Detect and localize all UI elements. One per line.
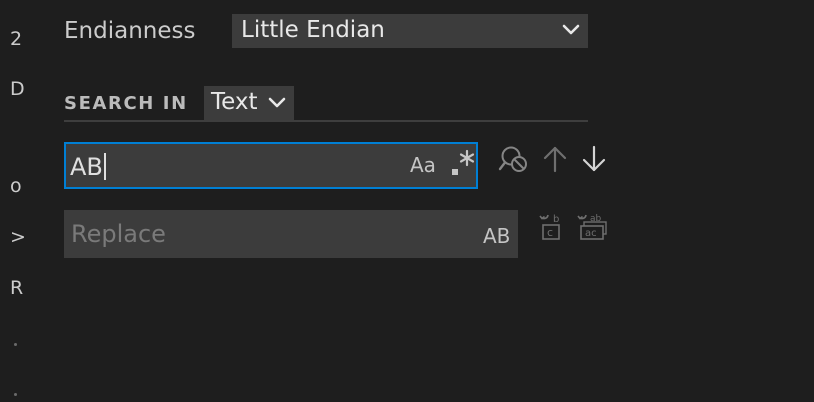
search-in-label: SEARCH IN [64, 93, 188, 114]
chevron-down-icon [268, 97, 286, 108]
match-case-toggle[interactable]: Aa [410, 153, 436, 177]
arrow-up-icon[interactable] [541, 144, 569, 174]
gutter-char: 2 [10, 28, 23, 50]
search-in-select-value: Text [211, 89, 258, 115]
gutter-dot [14, 343, 17, 346]
endianness-label: Endianness [64, 18, 196, 44]
preserve-case-toggle[interactable]: AB [483, 224, 510, 248]
svg-text:c: c [547, 226, 553, 239]
endianness-select-value: Little Endian [241, 17, 385, 43]
find-input[interactable]: AB Aa [64, 142, 478, 189]
gutter-dot [14, 393, 17, 396]
hex-editor-find-panel: 2 D o > R Endianness Little Endian SEARC… [0, 0, 814, 402]
replace-input[interactable]: Replace AB [64, 210, 518, 258]
search-in-select[interactable]: Text [204, 86, 294, 120]
svg-text:b: b [553, 214, 559, 225]
arrow-down-icon[interactable] [580, 144, 608, 174]
gutter-char: > [10, 226, 26, 248]
endianness-select[interactable]: Little Endian [232, 14, 588, 48]
regex-icon [452, 149, 475, 175]
section-divider [64, 120, 588, 122]
gutter-char: R [10, 277, 24, 299]
find-input-value: AB [70, 152, 106, 181]
gutter-char: D [10, 78, 25, 100]
chevron-down-icon [562, 24, 580, 35]
replace-all-icon[interactable]: ab ac [576, 210, 610, 242]
svg-text:ac: ac [585, 228, 597, 239]
text-caret [103, 152, 106, 180]
gutter-char: o [10, 175, 22, 197]
replace-icon[interactable]: b c [538, 210, 568, 242]
gutter: 2 D o > R [0, 0, 34, 402]
clear-search-icon[interactable] [498, 144, 530, 176]
replace-input-placeholder: Replace [71, 220, 166, 248]
regex-toggle[interactable] [450, 147, 476, 184]
